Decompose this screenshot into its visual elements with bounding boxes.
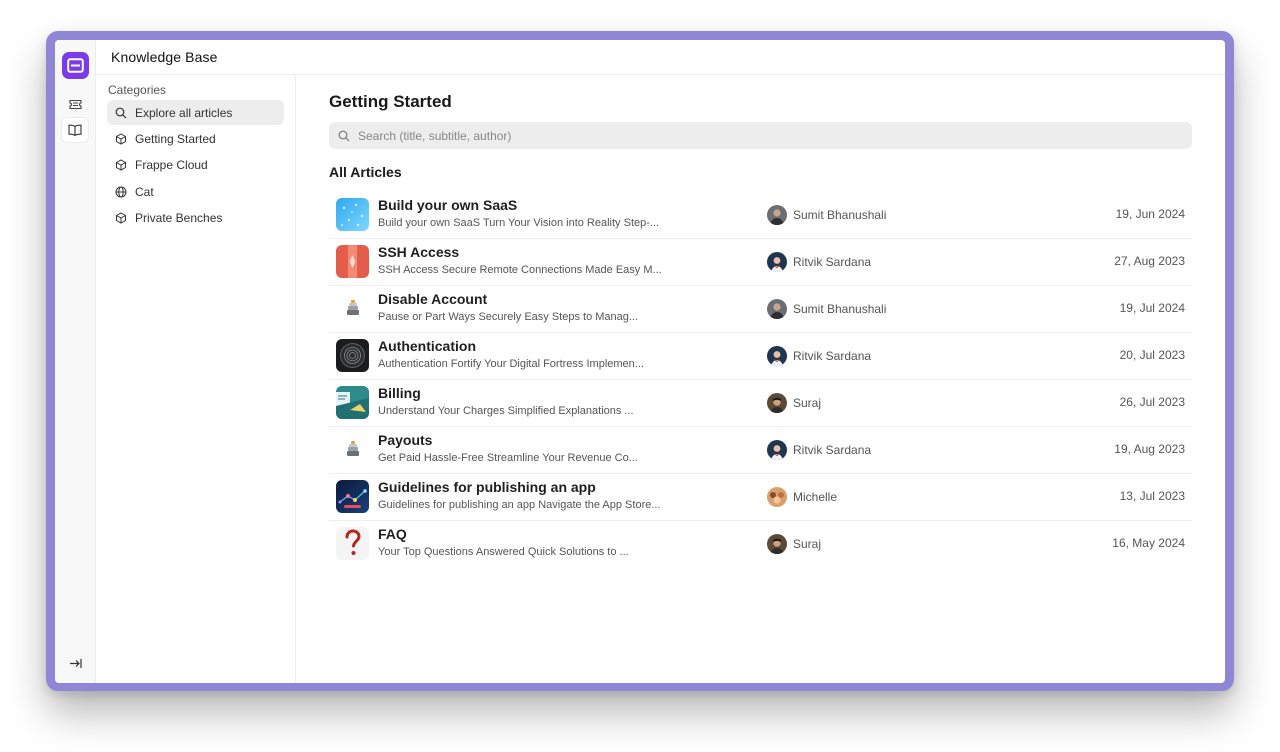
article-date: 19, Aug 2023 xyxy=(1114,442,1185,456)
article-row[interactable]: Payouts Get Paid Hassle-Free Streamline … xyxy=(329,427,1192,474)
article-date: 20, Jul 2023 xyxy=(1119,348,1185,362)
sidebar-item-label: Getting Started xyxy=(135,131,216,146)
article-author: Ritvik Sardana xyxy=(767,346,871,366)
article-date: 16, May 2024 xyxy=(1112,536,1185,550)
article-title: Guidelines for publishing an app xyxy=(378,479,596,495)
author-name: Sumit Bhanushali xyxy=(793,302,887,316)
cube-icon xyxy=(114,132,127,145)
article-author: Suraj xyxy=(767,393,821,413)
main-content: Getting Started All Articles Build xyxy=(296,75,1225,683)
sidebar-item-frappe-cloud[interactable]: Frappe Cloud xyxy=(107,153,284,178)
article-author: Ritvik Sardana xyxy=(767,252,871,272)
article-subtitle: Understand Your Charges Simplified Expla… xyxy=(378,405,634,417)
article-title: Billing xyxy=(378,385,421,401)
app-logo-icon[interactable] xyxy=(62,52,89,79)
avatar xyxy=(767,252,787,272)
categories-heading: Categories xyxy=(108,83,167,97)
globe-icon xyxy=(114,185,127,198)
article-author: Ritvik Sardana xyxy=(767,440,871,460)
section-title: All Articles xyxy=(329,164,402,180)
article-date: 19, Jun 2024 xyxy=(1115,207,1185,221)
sidebar-item-label: Explore all articles xyxy=(135,105,233,120)
avatar xyxy=(767,487,787,507)
article-subtitle: Your Top Questions Answered Quick Soluti… xyxy=(378,546,629,558)
article-title: FAQ xyxy=(378,526,407,542)
avatar xyxy=(767,534,787,554)
invoice-thumbnail xyxy=(336,386,369,419)
avatar xyxy=(767,393,787,413)
article-date: 26, Jul 2023 xyxy=(1119,395,1185,409)
article-title: SSH Access xyxy=(378,244,460,260)
sidebar-item-private-benches[interactable]: Private Benches xyxy=(107,206,284,231)
article-row[interactable]: Guidelines for publishing an app Guideli… xyxy=(329,474,1192,521)
sidebar-item-cat[interactable]: Cat xyxy=(107,179,284,204)
article-subtitle: Get Paid Hassle-Free Streamline Your Rev… xyxy=(378,452,638,464)
sidebar-item-label: Frappe Cloud xyxy=(135,158,208,173)
stack-thumbnail xyxy=(336,292,369,325)
article-title: Payouts xyxy=(378,432,433,448)
article-author: Michelle xyxy=(767,487,837,507)
article-row[interactable]: Billing Understand Your Charges Simplifi… xyxy=(329,380,1192,427)
article-title: Build your own SaaS xyxy=(378,197,518,213)
network-thumbnail xyxy=(336,480,369,513)
article-title: Disable Account xyxy=(378,291,488,307)
article-author: Sumit Bhanushali xyxy=(767,299,886,319)
question-thumbnail xyxy=(336,527,369,560)
avatar xyxy=(767,205,787,225)
article-subtitle: Guidelines for publishing an app Navigat… xyxy=(378,499,661,511)
avatar xyxy=(767,440,787,460)
sidebar-item-label: Cat xyxy=(135,184,154,199)
article-subtitle: SSH Access Secure Remote Connections Mad… xyxy=(378,264,662,276)
sidebar-item-explore-all-articles[interactable]: Explore all articles xyxy=(107,100,284,125)
article-date: 27, Aug 2023 xyxy=(1114,254,1185,268)
app-window: Knowledge Base Categories Explore all ar… xyxy=(55,40,1225,683)
author-name: Ritvik Sardana xyxy=(793,255,872,269)
avatar xyxy=(767,346,787,366)
author-name: Ritvik Sardana xyxy=(793,349,872,363)
author-name: Sumit Bhanushali xyxy=(793,208,887,222)
cube-icon xyxy=(114,159,127,172)
fingerprint-thumbnail xyxy=(336,339,369,372)
article-date: 19, Jul 2024 xyxy=(1119,301,1185,315)
sidebar-item-label: Private Benches xyxy=(135,211,223,226)
article-subtitle: Build your own SaaS Turn Your Vision int… xyxy=(378,217,660,229)
icon-rail xyxy=(55,40,96,683)
author-name: Suraj xyxy=(793,537,822,551)
categories-sidebar: Categories Explore all articles Getting … xyxy=(96,75,296,683)
page-title: Getting Started xyxy=(329,92,452,111)
avatar xyxy=(767,299,787,319)
article-subtitle: Authentication Fortify Your Digital Fort… xyxy=(378,358,644,370)
author-name: Michelle xyxy=(793,490,838,504)
article-date: 13, Jul 2023 xyxy=(1119,489,1185,503)
red-lock-thumbnail xyxy=(336,245,369,278)
app-title: Knowledge Base xyxy=(111,49,218,65)
author-name: Ritvik Sardana xyxy=(793,443,872,457)
article-row[interactable]: Authentication Authentication Fortify Yo… xyxy=(329,333,1192,380)
article-row[interactable]: Build your own SaaS Build your own SaaS … xyxy=(329,192,1192,239)
search-bar[interactable] xyxy=(329,122,1192,149)
book-icon[interactable] xyxy=(62,118,88,142)
author-name: Suraj xyxy=(793,396,822,410)
article-row[interactable]: FAQ Your Top Questions Answered Quick So… xyxy=(329,521,1192,568)
blue-sparkle-thumbnail xyxy=(336,198,369,231)
article-row[interactable]: SSH Access SSH Access Secure Remote Conn… xyxy=(329,239,1192,286)
article-title: Authentication xyxy=(378,338,476,354)
article-author: Suraj xyxy=(767,534,821,554)
search-input[interactable] xyxy=(358,128,958,143)
tickets-icon[interactable] xyxy=(62,92,88,116)
article-row[interactable]: Disable Account Pause or Part Ways Secur… xyxy=(329,286,1192,333)
articles-list: Build your own SaaS Build your own SaaS … xyxy=(329,192,1192,568)
logout-icon[interactable] xyxy=(62,651,88,675)
top-bar: Knowledge Base xyxy=(96,40,1225,75)
article-author: Sumit Bhanushali xyxy=(767,205,886,225)
stack-thumbnail xyxy=(336,433,369,466)
article-subtitle: Pause or Part Ways Securely Easy Steps t… xyxy=(378,311,639,323)
search-icon xyxy=(114,106,127,119)
search-icon xyxy=(338,130,350,142)
sidebar-item-getting-started[interactable]: Getting Started xyxy=(107,126,284,151)
cube-icon xyxy=(114,212,127,225)
